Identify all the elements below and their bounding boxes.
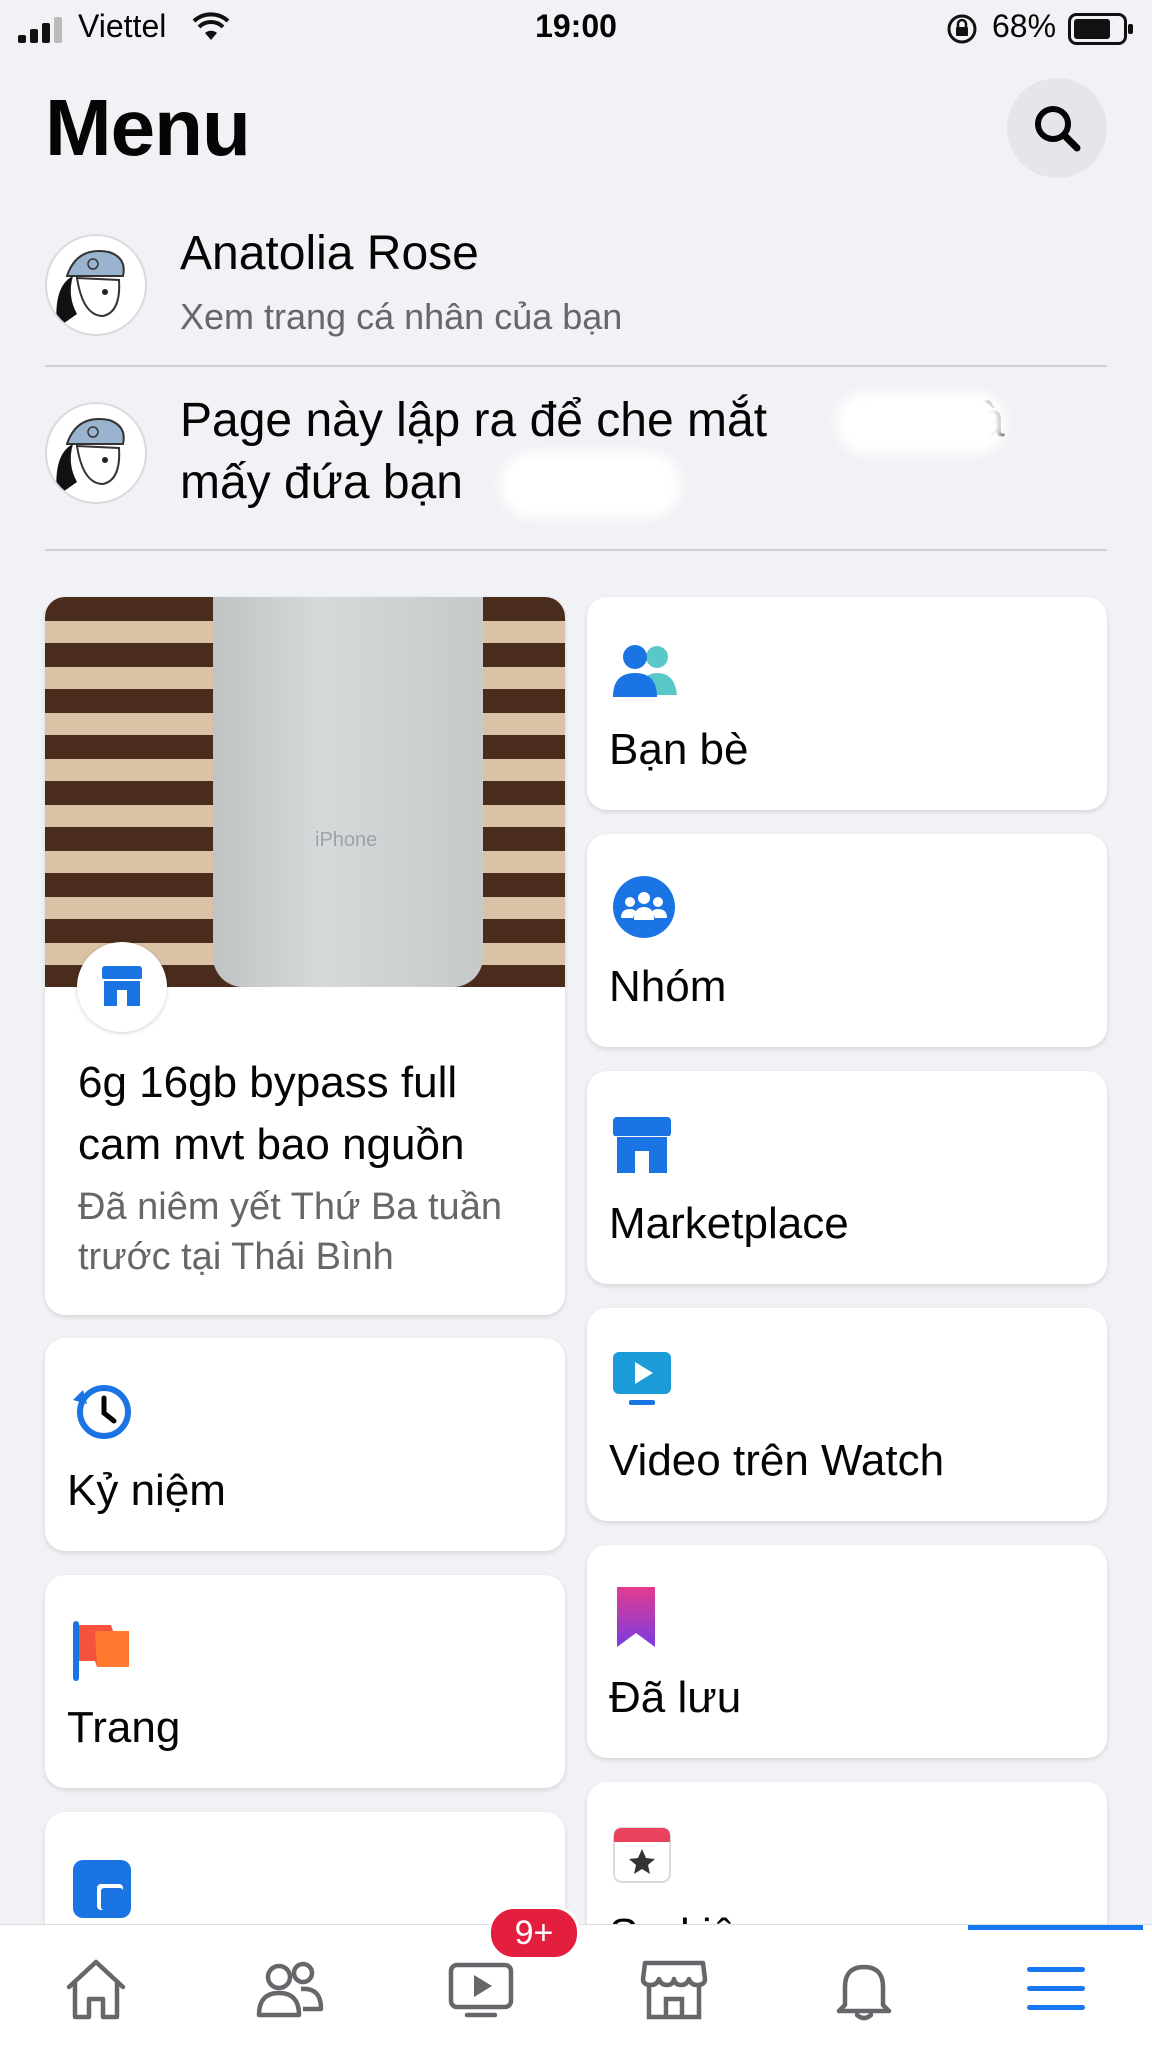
marketplace-badge: [77, 942, 167, 1032]
bookmark-icon: [617, 1587, 655, 1647]
battery-percentage: 68%: [992, 8, 1057, 44]
ads-manager-icon: [73, 1860, 131, 1918]
marketplace-shortcut[interactable]: Marketplace: [587, 1071, 1107, 1284]
watch-label: Video trên Watch: [609, 1436, 945, 1485]
bell-icon: [836, 1964, 892, 2021]
page-name-line2: mấy đứa bạn: [180, 456, 463, 509]
listing-title: 6g 16gb bypass full cam mvt bao nguồn: [78, 1058, 465, 1169]
tab-home[interactable]: [0, 1925, 192, 2049]
redaction-mark: [836, 392, 1006, 454]
status-bar: Viettel 19:00 68%: [0, 0, 1152, 60]
divider: [45, 365, 1107, 367]
tab-friends[interactable]: [192, 1925, 384, 2049]
flag-icon: [73, 1621, 129, 1681]
home-icon: [66, 1959, 126, 2020]
pages-label: Trang: [67, 1703, 181, 1752]
profile-name[interactable]: Anatolia Rose: [180, 226, 479, 281]
memories-shortcut[interactable]: Kỷ niệm: [45, 1338, 565, 1551]
phone-brand-text: iPhone: [315, 829, 378, 851]
avatar-drawing-icon: [56, 418, 125, 496]
memories-label: Kỷ niệm: [67, 1466, 226, 1515]
marketplace-icon: [640, 1960, 708, 2020]
page-avatar[interactable]: [45, 402, 147, 504]
memories-icon: [73, 1385, 131, 1439]
search-icon: [1035, 106, 1081, 152]
profile-avatar[interactable]: [45, 234, 147, 336]
groups-label: Nhóm: [609, 962, 727, 1011]
tab-menu[interactable]: [960, 1925, 1152, 2049]
marketplace-icon: [102, 966, 142, 1006]
marketplace-listing-card[interactable]: iPhone 6g 16gb bypass full cam mvt bao n…: [45, 597, 565, 1315]
divider: [45, 549, 1107, 551]
tab-marketplace[interactable]: [576, 1925, 768, 2049]
watch-video-icon: [448, 1962, 514, 2018]
groups-icon: [613, 876, 675, 938]
marketplace-label: Marketplace: [609, 1199, 849, 1248]
events-icon: [613, 1827, 671, 1883]
groups-shortcut[interactable]: Nhóm: [587, 834, 1107, 1047]
page-name-line1: Page này lập ra để che mắt: [180, 394, 768, 447]
hamburger-menu-icon: [1027, 1967, 1085, 2010]
search-button[interactable]: [1007, 78, 1107, 178]
pages-shortcut[interactable]: Trang: [45, 1575, 565, 1788]
friends-shortcut[interactable]: Bạn bè: [587, 597, 1107, 810]
page-title: Menu: [45, 83, 251, 172]
profile-subtitle[interactable]: Xem trang cá nhân của bạn: [180, 296, 622, 338]
rotation-lock-icon: [947, 14, 977, 44]
avatar-drawing-icon: [56, 250, 125, 328]
clock: 19:00: [535, 8, 617, 44]
listing-subtitle: Đã niêm yết Thứ Ba tuần trước tại Thái B…: [78, 1186, 502, 1278]
watch-shortcut[interactable]: Video trên Watch: [587, 1308, 1107, 1521]
friends-icon: [613, 645, 677, 697]
redaction-mark: [500, 452, 680, 518]
marketplace-icon: [613, 1117, 671, 1173]
battery-icon: [1068, 13, 1133, 45]
phone-photo: [213, 597, 483, 987]
tab-notifications[interactable]: [768, 1925, 960, 2049]
friends-icon: [256, 1961, 324, 2018]
watch-notification-badge: 9+: [488, 1906, 580, 1960]
friends-label: Bạn bè: [609, 725, 749, 774]
saved-label: Đã lưu: [609, 1673, 742, 1722]
listing-photo: iPhone: [45, 597, 565, 987]
saved-shortcut[interactable]: Đã lưu: [587, 1545, 1107, 1758]
watch-video-icon: [613, 1352, 671, 1405]
